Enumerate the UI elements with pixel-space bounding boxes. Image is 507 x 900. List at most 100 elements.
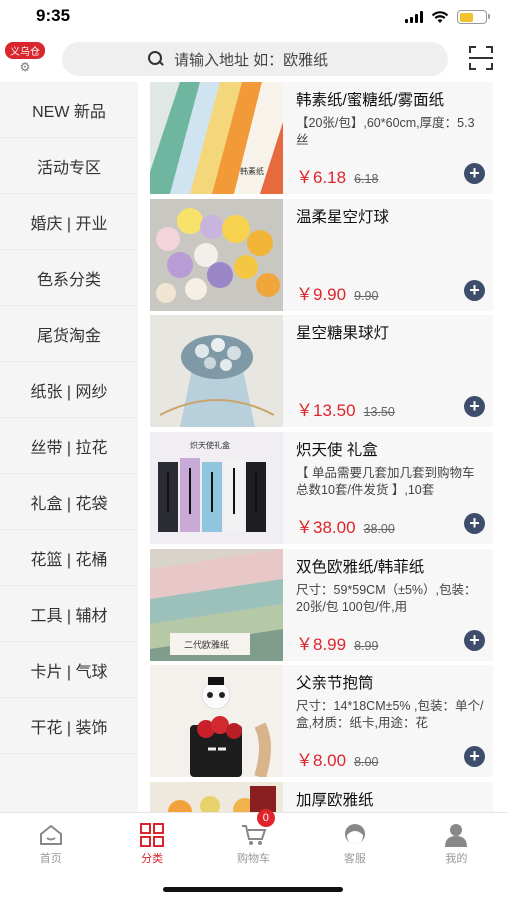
sidebar-item-dried-flowers[interactable]: 干花 | 装饰 bbox=[0, 698, 138, 754]
sidebar-item-clearance[interactable]: 尾货淘金 bbox=[0, 306, 138, 362]
product-card[interactable]: 父亲节抱筒 尺寸：14*18CM±5% ,包装：单个/盒,材质：纸卡,用途：花 … bbox=[150, 665, 493, 778]
cellular-signal-icon bbox=[405, 11, 423, 23]
product-card[interactable]: 炽天使礼盒 炽天使 礼盒 【 单品需要几套加几套到购物车 总数10套/件发货 】… bbox=[150, 432, 493, 545]
product-price: ￥8.99 bbox=[296, 634, 347, 654]
product-title: 双色欧雅纸/韩菲纸 bbox=[296, 558, 425, 576]
home-indicator bbox=[163, 887, 343, 892]
product-card[interactable]: 星空糖果球灯 ￥13.50 13.50 + bbox=[150, 315, 493, 428]
sidebar-item-label: 干花 | 装饰 bbox=[30, 719, 108, 737]
sidebar-item-ribbon[interactable]: 丝带 | 拉花 bbox=[0, 418, 138, 474]
product-title: 加厚欧雅纸 bbox=[296, 792, 374, 810]
profile-icon bbox=[443, 823, 469, 847]
product-original-price: 9.90 bbox=[354, 288, 379, 303]
tab-label: 分类 bbox=[141, 853, 164, 865]
product-card[interactable]: 韩素纸 韩素纸/蜜糖纸/雾面纸 【20张/包】,60*60cm,厚度：5.3丝 … bbox=[150, 82, 493, 194]
sidebar-item-label: 花篮 | 花桶 bbox=[30, 551, 108, 569]
status-bar: 9:35 bbox=[0, 0, 507, 36]
sidebar-item-label: 活动专区 bbox=[36, 159, 101, 177]
product-image: 炽天使礼盒 bbox=[150, 432, 283, 545]
customer-service-icon bbox=[342, 823, 368, 847]
home-icon bbox=[38, 823, 64, 847]
product-desc: 尺寸：14*18CM±5% ,包装：单个/盒,材质：纸卡,用途：花 bbox=[296, 699, 484, 731]
product-title: 父亲节抱筒 bbox=[296, 675, 374, 693]
warehouse-tag: 义乌仓 bbox=[5, 42, 45, 59]
search-input[interactable]: 请输入地址 如：欧雅纸 bbox=[62, 42, 448, 76]
product-original-price: 13.50 bbox=[363, 405, 395, 420]
sidebar-item-label: 丝带 | 拉花 bbox=[30, 439, 108, 457]
product-list: 韩素纸 韩素纸/蜜糖纸/雾面纸 【20张/包】,60*60cm,厚度：5.3丝 … bbox=[150, 82, 493, 812]
status-icons bbox=[405, 10, 490, 24]
cart-count-badge: 0 bbox=[256, 809, 275, 827]
product-original-price: 6.18 bbox=[354, 172, 379, 186]
tab-label: 首页 bbox=[39, 853, 62, 865]
product-title: 温柔星空灯球 bbox=[296, 208, 390, 226]
add-to-cart-button[interactable]: + bbox=[464, 513, 485, 535]
tab-label: 客服 bbox=[343, 853, 366, 865]
sidebar-item-new[interactable]: NEW 新品 bbox=[0, 82, 138, 138]
sidebar-item-basket[interactable]: 花篮 | 花桶 bbox=[0, 530, 138, 586]
category-sidebar: NEW 新品 活动专区 婚庆 | 开业 色系分类 尾货淘金 纸张 | 网纱 丝带… bbox=[0, 82, 138, 812]
product-original-price: 38.00 bbox=[363, 522, 395, 537]
tab-home[interactable]: 首页 bbox=[0, 813, 101, 900]
sidebar-item-label: 尾货淘金 bbox=[36, 327, 101, 345]
product-image bbox=[150, 665, 283, 778]
bottom-tab-bar: 首页 分类 0 购物车 客服 我的 bbox=[0, 809, 507, 900]
add-to-cart-button[interactable]: + bbox=[464, 746, 485, 768]
product-image: 韩素纸 bbox=[150, 82, 283, 194]
product-image bbox=[150, 198, 283, 311]
product-original-price: 8.99 bbox=[354, 638, 379, 653]
category-grid-icon bbox=[139, 823, 165, 847]
tab-label: 购物车 bbox=[237, 853, 271, 865]
sidebar-item-colors[interactable]: 色系分类 bbox=[0, 250, 138, 306]
sidebar-item-label: 婚庆 | 开业 bbox=[30, 215, 108, 233]
product-price: ￥8.00 bbox=[296, 751, 347, 771]
sidebar-item-label: 卡片 | 气球 bbox=[30, 663, 108, 681]
add-to-cart-button[interactable]: + bbox=[464, 629, 485, 651]
sidebar-item-cards[interactable]: 卡片 | 气球 bbox=[0, 642, 138, 698]
tab-label: 我的 bbox=[445, 853, 468, 865]
product-image-caption: 二代欧雅纸 bbox=[184, 639, 229, 651]
product-image-caption: 炽天使礼盒 bbox=[190, 440, 230, 450]
product-desc: 尺寸：59*59CM（±5%）,包装：20张/包 100包/件,用 bbox=[296, 582, 477, 614]
add-to-cart-button[interactable]: + bbox=[464, 279, 485, 301]
tab-profile[interactable]: 我的 bbox=[406, 813, 507, 900]
sidebar-item-tools[interactable]: 工具 | 辅材 bbox=[0, 586, 138, 642]
product-image-caption: 韩素纸 bbox=[240, 166, 264, 176]
settings-icon: ⚙ bbox=[19, 60, 31, 74]
product-desc: 【20张/包】,60*60cm,厚度：5.3丝 bbox=[296, 116, 475, 147]
search-placeholder: 请输入地址 如：欧雅纸 bbox=[174, 51, 329, 69]
product-price: ￥9.90 bbox=[296, 284, 347, 304]
wifi-icon bbox=[431, 10, 449, 23]
product-card[interactable]: 加厚欧雅纸 bbox=[150, 782, 493, 812]
product-card[interactable]: 温柔星空灯球 ￥9.90 9.90 + bbox=[150, 198, 493, 311]
sidebar-item-label: 礼盒 | 花袋 bbox=[30, 495, 108, 513]
header: 义乌仓 ⚙ 请输入地址 如：欧雅纸 bbox=[0, 36, 507, 82]
product-image: 二代欧雅纸 bbox=[150, 548, 283, 661]
sidebar-item-label: 工具 | 辅材 bbox=[30, 607, 108, 625]
sidebar-item-gift-box[interactable]: 礼盒 | 花袋 bbox=[0, 474, 138, 530]
search-icon bbox=[148, 51, 164, 67]
product-title: 韩素纸/蜜糖纸/雾面纸 bbox=[296, 92, 445, 109]
product-image bbox=[150, 315, 283, 428]
product-original-price: 8.00 bbox=[354, 755, 379, 770]
product-card[interactable]: 二代欧雅纸 双色欧雅纸/韩菲纸 尺寸：59*59CM（±5%）,包装：20张/包… bbox=[150, 548, 493, 661]
sidebar-item-label: NEW 新品 bbox=[32, 103, 106, 121]
status-time: 9:35 bbox=[36, 6, 71, 25]
add-to-cart-button[interactable]: + bbox=[464, 396, 485, 418]
product-price: ￥13.50 bbox=[296, 401, 356, 421]
sidebar-item-label: 色系分类 bbox=[36, 271, 101, 289]
product-desc: 【 单品需要几套加几套到购物车 总数10套/件发货 】,10套 bbox=[296, 466, 475, 498]
add-to-cart-button[interactable]: + bbox=[464, 163, 485, 184]
battery-icon bbox=[457, 10, 490, 24]
product-image bbox=[150, 782, 283, 812]
product-price: ￥6.18 bbox=[296, 168, 347, 187]
product-title: 炽天使 礼盒 bbox=[296, 442, 378, 460]
sidebar-item-promotions[interactable]: 活动专区 bbox=[0, 138, 138, 194]
product-price: ￥38.00 bbox=[296, 518, 356, 538]
sidebar-item-paper[interactable]: 纸张 | 网纱 bbox=[0, 362, 138, 418]
product-title: 星空糖果球灯 bbox=[296, 325, 390, 343]
scan-icon[interactable] bbox=[469, 46, 493, 70]
sidebar-item-wedding[interactable]: 婚庆 | 开业 bbox=[0, 194, 138, 250]
warehouse-selector[interactable]: 义乌仓 ⚙ bbox=[3, 42, 47, 74]
sidebar-item-label: 纸张 | 网纱 bbox=[30, 383, 108, 401]
